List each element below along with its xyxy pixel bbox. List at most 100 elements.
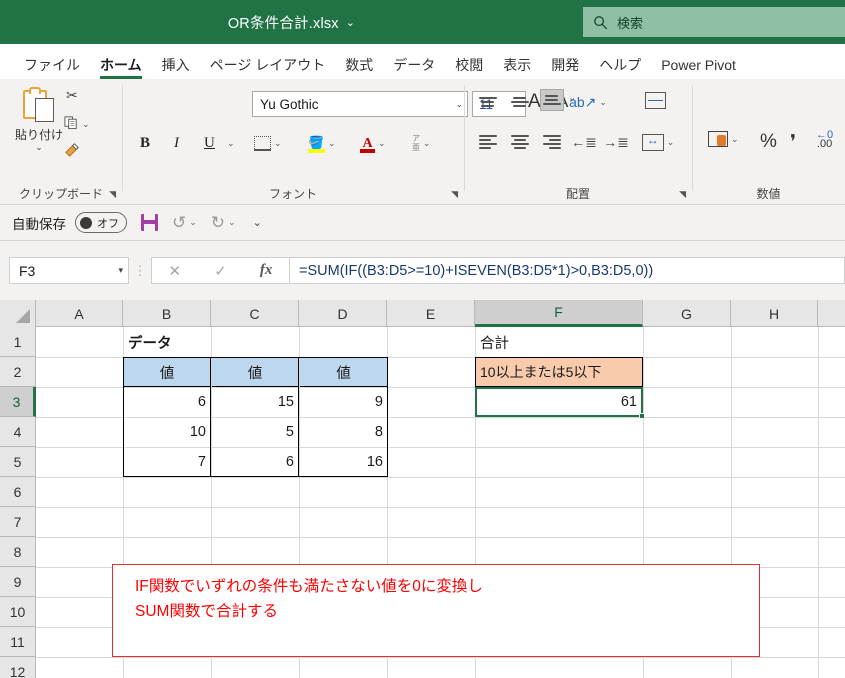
decrease-decimal-button[interactable]: ←0 .00 xyxy=(816,130,833,150)
cell-B2[interactable]: 値 xyxy=(124,358,211,387)
chevron-down-icon[interactable]: ⌄ xyxy=(423,138,431,149)
column-header-b[interactable]: B xyxy=(123,300,211,327)
cell-C2[interactable]: 値 xyxy=(212,358,299,387)
document-title[interactable]: OR条件合計.xlsx ⌄ xyxy=(0,0,583,44)
chevron-down-icon[interactable]: ⌄ xyxy=(227,138,235,149)
cell-C4[interactable]: 5 xyxy=(212,417,299,447)
accounting-format-button[interactable]: ⌄ xyxy=(708,131,739,147)
column-header-c[interactable]: C xyxy=(211,300,299,327)
formula-bar-more[interactable]: ⋮ xyxy=(129,264,151,277)
increase-indent-button[interactable]: →≣ xyxy=(603,131,629,153)
borders-button[interactable]: ⌄ xyxy=(254,131,282,155)
chevron-down-icon[interactable]: ⌄ xyxy=(274,138,282,149)
tab-insert[interactable]: 挿入 xyxy=(152,58,200,79)
fill-handle[interactable] xyxy=(639,413,645,419)
tab-file[interactable]: ファイル xyxy=(14,58,90,79)
tab-power-pivot[interactable]: Power Pivot xyxy=(651,58,746,79)
search-input[interactable]: 検索 xyxy=(617,13,643,32)
tab-data[interactable]: データ xyxy=(383,58,445,79)
chevron-down-icon[interactable]: ⌄ xyxy=(455,99,463,110)
redo-button[interactable]: ↻ ⌄ xyxy=(211,213,236,233)
chevron-down-icon[interactable]: ⌄ xyxy=(189,217,197,228)
chevron-down-icon[interactable]: ⌄ xyxy=(35,143,43,152)
formula-input[interactable]: =SUM(IF((B3:D5>=10)+ISEVEN(B3:D5*1)>0,B3… xyxy=(290,257,845,284)
chevron-down-icon[interactable]: ⌄ xyxy=(253,216,262,229)
column-header-f[interactable]: F xyxy=(475,300,643,327)
format-painter-button[interactable] xyxy=(64,141,81,161)
align-bottom-button[interactable] xyxy=(540,89,564,111)
align-left-button[interactable] xyxy=(476,131,500,153)
cut-button[interactable]: ✂ xyxy=(66,87,78,104)
tab-developer[interactable]: 開発 xyxy=(541,58,589,79)
tab-review[interactable]: 校閲 xyxy=(445,58,493,79)
bold-button[interactable]: B xyxy=(140,131,150,155)
cell-D2[interactable]: 値 xyxy=(300,358,387,387)
name-box[interactable]: F3 ▾ xyxy=(9,257,129,284)
row-header-7[interactable]: 7 xyxy=(0,507,36,537)
cell-F2[interactable]: 10以上または5以下 xyxy=(475,357,643,387)
column-header-a[interactable]: A xyxy=(36,300,123,327)
chevron-down-icon[interactable]: ▾ xyxy=(118,265,123,276)
align-middle-button[interactable] xyxy=(508,91,532,113)
spreadsheet-grid[interactable]: A B C D E F G H 1 2 3 4 5 6 7 8 9 10 11 … xyxy=(0,300,845,678)
undo-button[interactable]: ↺ ⌄ xyxy=(172,213,197,233)
tab-formulas[interactable]: 数式 xyxy=(335,58,383,79)
row-header-10[interactable]: 10 xyxy=(0,597,36,627)
chevron-down-icon[interactable]: ⌄ xyxy=(228,217,236,228)
chevron-down-icon[interactable]: ⌄ xyxy=(599,97,607,108)
cell-C3[interactable]: 15 xyxy=(212,387,299,417)
wrap-text-button[interactable] xyxy=(642,89,668,111)
copy-button[interactable]: ⌄ xyxy=(64,115,90,133)
insert-function-icon[interactable]: fx xyxy=(260,262,273,279)
chevron-down-icon[interactable]: ⌄ xyxy=(731,134,739,145)
cell-C5[interactable]: 6 xyxy=(212,447,299,477)
column-header-e[interactable]: E xyxy=(387,300,475,327)
cell-B4[interactable]: 10 xyxy=(124,417,211,447)
row-header-2[interactable]: 2 xyxy=(0,357,36,387)
align-top-button[interactable] xyxy=(476,91,500,113)
merge-center-button[interactable]: ⌄ xyxy=(638,131,678,153)
enter-icon[interactable]: ✓ xyxy=(214,262,227,280)
search-box[interactable]: 検索 xyxy=(583,7,845,37)
column-header-i[interactable] xyxy=(818,300,845,327)
font-dialog-launcher[interactable]: ◥ xyxy=(451,189,458,200)
save-button[interactable] xyxy=(141,214,158,231)
cell-D3[interactable]: 9 xyxy=(300,387,387,417)
align-center-button[interactable] xyxy=(508,131,532,153)
tab-page-layout[interactable]: ページ レイアウト xyxy=(200,58,336,79)
chevron-down-icon[interactable]: ⌄ xyxy=(328,138,336,149)
clipboard-dialog-launcher[interactable]: ◥ xyxy=(109,189,116,200)
tab-view[interactable]: 表示 xyxy=(493,58,541,79)
tab-help[interactable]: ヘルプ xyxy=(589,58,651,79)
chevron-down-icon[interactable]: ⌄ xyxy=(667,137,675,148)
column-header-h[interactable]: H xyxy=(731,300,818,327)
cell-B1[interactable]: データ xyxy=(124,327,211,357)
cell-B3[interactable]: 6 xyxy=(124,387,211,417)
phonetic-guide-button[interactable]: ア 亜 ⌄ xyxy=(412,131,431,155)
chevron-down-icon[interactable]: ⌄ xyxy=(346,16,355,29)
fill-color-button[interactable]: 🪣 ⌄ xyxy=(308,131,336,155)
row-header-8[interactable]: 8 xyxy=(0,537,36,567)
row-header-4[interactable]: 4 xyxy=(0,417,36,447)
row-header-9[interactable]: 9 xyxy=(0,567,36,597)
underline-button[interactable]: U xyxy=(204,131,215,155)
autosave-toggle[interactable]: オフ xyxy=(75,212,127,233)
cancel-icon[interactable]: ✕ xyxy=(169,262,182,280)
underline-dropdown[interactable]: ⌄ xyxy=(224,131,235,155)
row-header-3[interactable]: 3 xyxy=(0,387,36,417)
column-header-d[interactable]: D xyxy=(299,300,387,327)
font-color-button[interactable]: A ⌄ xyxy=(360,131,386,155)
row-header-6[interactable]: 6 xyxy=(0,477,36,507)
row-header-11[interactable]: 11 xyxy=(0,627,36,657)
chevron-down-icon[interactable]: ⌄ xyxy=(378,138,386,149)
row-header-5[interactable]: 5 xyxy=(0,447,36,477)
cell-D5[interactable]: 16 xyxy=(300,447,387,477)
cell-B5[interactable]: 7 xyxy=(124,447,211,477)
customize-qat-button[interactable]: ⌄ xyxy=(250,216,262,229)
italic-button[interactable]: I xyxy=(174,131,179,155)
alignment-dialog-launcher[interactable]: ◥ xyxy=(679,189,686,200)
align-right-button[interactable] xyxy=(540,131,564,153)
column-header-g[interactable]: G xyxy=(643,300,731,327)
percent-format-button[interactable]: % xyxy=(760,131,777,153)
font-name-combo[interactable]: Yu Gothic ⌄ xyxy=(252,91,468,117)
